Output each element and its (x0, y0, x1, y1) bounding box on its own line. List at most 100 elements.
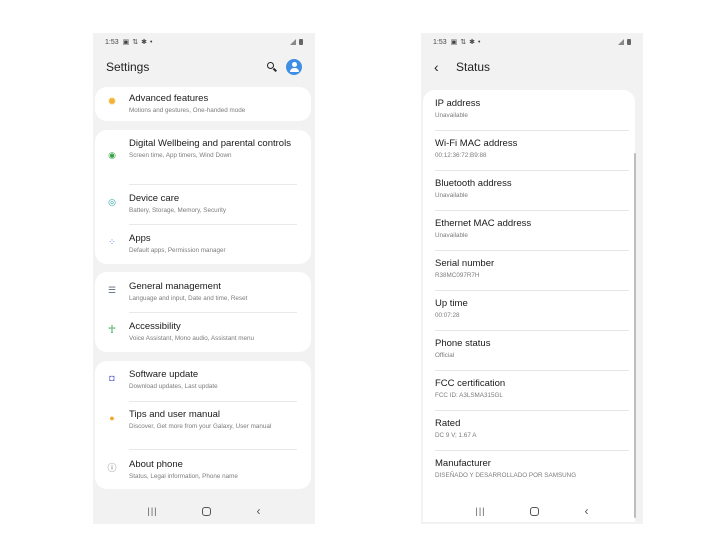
status-item-rated[interactable]: Rated DC 9 V; 1.67 A (423, 410, 635, 450)
status-item-phone-status[interactable]: Phone status Official (423, 330, 635, 370)
gallery-notification-icon: ▣ (122, 39, 130, 46)
settings-group-4: ◘ Software update Download updates, Last… (95, 361, 311, 489)
navigation-bar: ||| ‹ (421, 498, 643, 524)
item-subtitle: Status, Legal information, Phone name (129, 473, 238, 480)
device-care-icon: ◎ (108, 196, 116, 207)
settings-item-general-management[interactable]: ☰ General management Language and input,… (95, 272, 311, 312)
sliders-icon: ☰ (107, 284, 117, 295)
item-value: 00:12:36:72:B9:88 (435, 152, 487, 159)
gear-icon: ✹ (107, 95, 117, 108)
wellbeing-icon: ◉ (108, 149, 116, 160)
status-list: IP address Unavailable Wi-Fi MAC address… (423, 90, 635, 522)
item-title: Digital Wellbeing and parental controls (129, 138, 291, 149)
item-title: Up time (435, 298, 468, 309)
more-notifications-icon: • (478, 38, 481, 46)
lightbulb-icon: ● (109, 412, 115, 423)
navigation-bar: ||| ‹ (93, 498, 315, 524)
item-subtitle: Motions and gestures, One-handed mode (129, 107, 246, 114)
item-title: Advanced features (129, 93, 209, 104)
apps-icon: ⁘ (108, 236, 116, 247)
status-time: 1:53 (105, 38, 119, 46)
settings-item-about-phone[interactable]: ⓘ About phone Status, Legal information,… (95, 449, 311, 489)
item-subtitle: Voice Assistant, Mono audio, Assistant m… (129, 335, 254, 342)
status-bar: 1:53 ▣ ⇅ ✱ • (93, 33, 315, 51)
signal-icon (618, 39, 624, 45)
item-title: Phone status (435, 338, 491, 349)
item-value: DC 9 V; 1.67 A (435, 432, 477, 439)
settings-item-tips-and-user-manual[interactable]: ● Tips and user manual Discover, Get mor… (95, 401, 311, 449)
settings-item-apps[interactable]: ⁘ Apps Default apps, Permission manager (95, 224, 311, 264)
recent-apps-icon[interactable]: ||| (475, 506, 485, 516)
item-title: General management (129, 281, 221, 292)
status-bar: 1:53 ▣ ⇅ ✱ • (421, 33, 643, 51)
item-subtitle: Download updates, Last update (129, 383, 218, 390)
accessibility-icon: ☥ (107, 323, 117, 336)
item-value: Unavailable (435, 192, 468, 199)
item-value: Unavailable (435, 232, 468, 239)
status-screen: 1:53 ▣ ⇅ ✱ • ‹ Status IP address Unavail… (421, 33, 643, 524)
home-icon[interactable] (530, 506, 540, 516)
item-subtitle: Battery, Storage, Memory, Security (129, 207, 227, 214)
more-notifications-icon: • (150, 38, 153, 46)
scrollbar[interactable] (634, 153, 636, 518)
item-value: DISEÑADO Y DESARROLLADO POR SAMSUNG (435, 472, 577, 479)
item-subtitle: Language and input, Date and time, Reset (129, 295, 248, 302)
app-header: ‹ Status (421, 51, 643, 83)
recent-apps-icon[interactable]: ||| (147, 506, 157, 516)
settings-screen: 1:53 ▣ ⇅ ✱ • Settings ✹ Advanced feature… (93, 33, 315, 524)
item-title: Serial number (435, 258, 495, 269)
settings-group-3: ☰ General management Language and input,… (95, 272, 311, 352)
settings-group-1: ✹ Advanced features Motions and gestures… (95, 87, 311, 121)
status-item-ethernet-mac-address[interactable]: Ethernet MAC address Unavailable (423, 210, 635, 250)
status-item-up-time[interactable]: Up time 00:07:28 (423, 290, 635, 330)
signal-icon (290, 39, 296, 45)
item-subtitle: Discover, Get more from your Galaxy, Use… (129, 423, 272, 430)
settings-notification-icon: ✱ (469, 39, 475, 46)
app-header: Settings (93, 51, 315, 83)
home-icon[interactable] (202, 506, 212, 516)
item-title: Device care (129, 193, 180, 204)
settings-item-advanced-features[interactable]: ✹ Advanced features Motions and gestures… (95, 87, 311, 121)
search-icon[interactable] (266, 61, 278, 73)
status-item-fcc-certification[interactable]: FCC certification FCC ID: A3LSMA315GL (423, 370, 635, 410)
back-arrow-icon[interactable]: ‹ (434, 60, 448, 74)
item-title: Software update (129, 369, 199, 380)
software-update-icon: ◘ (109, 372, 115, 383)
item-value: Official (435, 352, 455, 359)
settings-group-2: ◉ Digital Wellbeing and parental control… (95, 130, 311, 264)
item-title: FCC certification (435, 378, 506, 389)
back-nav-icon[interactable]: ‹ (256, 504, 260, 518)
item-title: Apps (129, 233, 151, 244)
item-subtitle: Screen time, App timers, Wind Down (129, 152, 232, 159)
item-title: Bluetooth address (435, 178, 512, 189)
settings-item-digital-wellbeing[interactable]: ◉ Digital Wellbeing and parental control… (95, 130, 311, 184)
item-title: Tips and user manual (129, 409, 221, 420)
status-item-wifi-mac-address[interactable]: Wi-Fi MAC address 00:12:36:72:B9:88 (423, 130, 635, 170)
settings-item-software-update[interactable]: ◘ Software update Download updates, Last… (95, 361, 311, 401)
profile-icon[interactable] (286, 59, 302, 75)
item-subtitle: Default apps, Permission manager (129, 247, 226, 254)
sync-notification-icon: ⇅ (132, 39, 139, 46)
status-time: 1:53 (433, 38, 447, 46)
status-item-bluetooth-address[interactable]: Bluetooth address Unavailable (423, 170, 635, 210)
page-title: Settings (106, 60, 150, 74)
settings-item-accessibility[interactable]: ☥ Accessibility Voice Assistant, Mono au… (95, 312, 311, 352)
info-icon: ⓘ (107, 462, 117, 473)
settings-notification-icon: ✱ (141, 39, 147, 46)
settings-item-device-care[interactable]: ◎ Device care Battery, Storage, Memory, … (95, 184, 311, 224)
status-item-manufacturer[interactable]: Manufacturer DISEÑADO Y DESARROLLADO POR… (423, 450, 635, 490)
item-title: Accessibility (129, 321, 181, 332)
battery-icon (299, 39, 303, 45)
back-nav-icon[interactable]: ‹ (584, 504, 588, 518)
item-title: Ethernet MAC address (435, 218, 532, 229)
status-item-ip-address[interactable]: IP address Unavailable (423, 90, 635, 130)
item-value: FCC ID: A3LSMA315GL (435, 392, 503, 399)
item-title: IP address (435, 98, 481, 109)
item-value: R38MC097R7H (435, 272, 480, 279)
item-title: About phone (129, 459, 183, 470)
status-item-serial-number[interactable]: Serial number R38MC097R7H (423, 250, 635, 290)
item-value: Unavailable (435, 112, 468, 119)
battery-icon (627, 39, 631, 45)
item-value: 00:07:28 (435, 312, 460, 319)
item-title: Rated (435, 418, 461, 429)
